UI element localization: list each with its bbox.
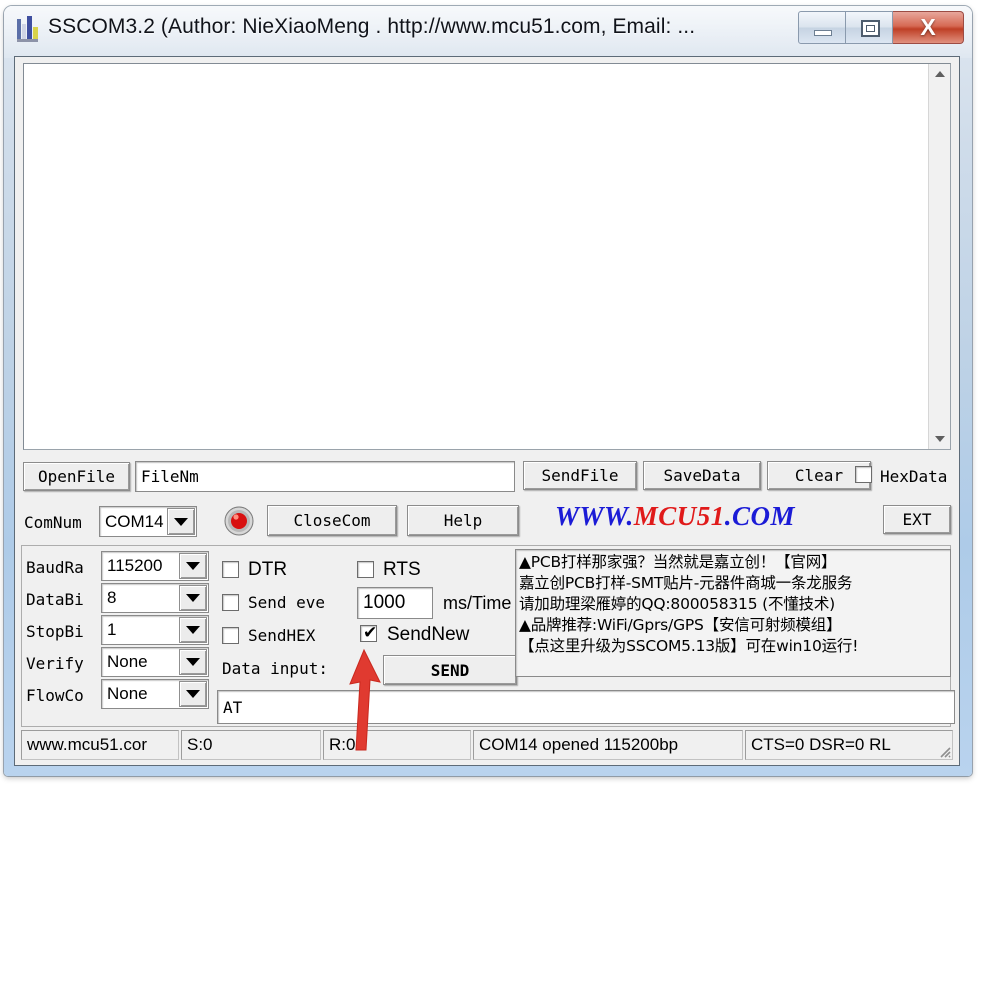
minimize-button[interactable] bbox=[798, 11, 846, 44]
chevron-down-icon bbox=[186, 690, 200, 698]
status-panel-port-state: COM14 opened 115200bp bbox=[473, 730, 743, 760]
window-title: SSCOM3.2 (Author: NieXiaoMeng . http://w… bbox=[48, 15, 696, 38]
sscom-window: SSCOM3.2 (Author: NieXiaoMeng . http://w… bbox=[4, 6, 972, 776]
rts-checkbox[interactable] bbox=[357, 561, 374, 578]
mcu51-logo[interactable]: WWW.MCU51.COM bbox=[555, 501, 795, 532]
scroll-up-arrow-icon bbox=[935, 71, 945, 77]
send-button[interactable]: SEND bbox=[383, 655, 517, 685]
data-input-label: Data input: bbox=[222, 659, 328, 678]
ext-button[interactable]: EXT bbox=[883, 505, 951, 534]
file-name-input[interactable]: FileNm bbox=[135, 461, 515, 492]
interval-unit-label: ms/Time bbox=[443, 593, 512, 613]
screenshot-root: SSCOM3.2 (Author: NieXiaoMeng . http://w… bbox=[0, 0, 1000, 1000]
help-button[interactable]: Help bbox=[407, 505, 519, 536]
send-new-checkbox[interactable]: ✔ bbox=[360, 623, 378, 643]
app-icon bbox=[17, 16, 38, 42]
send-every-checkbox[interactable] bbox=[222, 594, 239, 611]
verify-label: Verify bbox=[26, 654, 84, 673]
send-interval-input[interactable]: 1000 bbox=[357, 587, 433, 619]
chevron-down-icon bbox=[174, 517, 188, 526]
receive-scrollbar[interactable] bbox=[928, 64, 950, 449]
close-icon: X bbox=[920, 14, 936, 40]
logo-prefix: WWW. bbox=[555, 501, 634, 531]
receive-data-area[interactable] bbox=[23, 63, 951, 450]
ad-line: 【点这里升级为SSCOM5.13版】可在win10运行! bbox=[519, 637, 859, 655]
com-port-select[interactable]: COM14 bbox=[99, 506, 197, 537]
maximize-icon bbox=[861, 20, 880, 37]
flow-control-label: FlowCo bbox=[26, 686, 84, 705]
baud-rate-select[interactable]: 115200 bbox=[101, 551, 209, 581]
rts-label: RTS bbox=[383, 559, 421, 580]
send-new-label: SendNew bbox=[387, 624, 470, 645]
hex-data-label: HexData bbox=[880, 467, 948, 486]
window-controls: X bbox=[798, 11, 964, 44]
status-panel-website: www.mcu51.cor bbox=[21, 730, 179, 760]
resize-grip-icon[interactable] bbox=[935, 742, 951, 758]
status-panel-signals: CTS=0 DSR=0 RL bbox=[745, 730, 953, 760]
ad-line: ▲品牌推荐:WiFi/Gprs/GPS【安信可射频模组】 bbox=[519, 616, 842, 634]
stop-bits-dropdown-arrow[interactable] bbox=[179, 617, 207, 643]
logo-brand: MCU51 bbox=[633, 501, 725, 531]
ad-line: 请加助理梁雁婷的QQ:800058315 (不懂技术) bbox=[519, 595, 835, 613]
flow-control-select[interactable]: None bbox=[101, 679, 209, 709]
baud-rate-dropdown-arrow[interactable] bbox=[179, 553, 207, 579]
stop-bits-value: 1 bbox=[107, 620, 117, 639]
open-file-button[interactable]: OpenFile bbox=[23, 462, 130, 491]
status-panel-received: R:0 bbox=[323, 730, 471, 760]
stop-bits-select[interactable]: 1 bbox=[101, 615, 209, 645]
send-hex-checkbox[interactable] bbox=[222, 627, 239, 644]
verify-value: None bbox=[107, 652, 148, 671]
data-bits-label: DataBi bbox=[26, 590, 84, 609]
ad-line: ▲PCB打样那家强？当然就是嘉立创！【官网】 bbox=[519, 553, 837, 571]
red-led-indicator-icon bbox=[224, 506, 254, 536]
close-button[interactable]: X bbox=[893, 11, 964, 44]
com-port-dropdown-arrow[interactable] bbox=[167, 508, 195, 535]
dtr-label: DTR bbox=[248, 559, 288, 580]
data-bits-dropdown-arrow[interactable] bbox=[179, 585, 207, 611]
com-num-label: ComNum bbox=[24, 513, 82, 532]
data-bits-select[interactable]: 8 bbox=[101, 583, 209, 613]
logo-suffix: .COM bbox=[724, 501, 796, 531]
data-bits-value: 8 bbox=[107, 588, 117, 607]
hex-data-checkbox[interactable] bbox=[855, 466, 872, 483]
scroll-down-arrow-icon bbox=[935, 436, 945, 442]
baud-rate-label: BaudRa bbox=[26, 558, 84, 577]
ad-line: 嘉立创PCB打样-SMT贴片-元器件商城一条龙服务 bbox=[519, 574, 853, 592]
chevron-down-icon bbox=[186, 594, 200, 602]
scroll-up-button[interactable] bbox=[929, 64, 950, 84]
maximize-button[interactable] bbox=[846, 11, 893, 44]
chevron-down-icon bbox=[186, 626, 200, 634]
title-bar[interactable]: SSCOM3.2 (Author: NieXiaoMeng . http://w… bbox=[4, 6, 972, 52]
verify-select[interactable]: None bbox=[101, 647, 209, 677]
status-panel-sent: S:0 bbox=[181, 730, 321, 760]
com-port-value: COM14 bbox=[105, 511, 164, 531]
checkmark-icon: ✔ bbox=[363, 623, 378, 643]
baud-rate-value: 115200 bbox=[107, 556, 163, 575]
status-bar: www.mcu51.cor S:0 R:0 COM14 opened 11520… bbox=[21, 730, 953, 760]
close-com-button[interactable]: CloseCom bbox=[267, 505, 397, 536]
send-file-button[interactable]: SendFile bbox=[523, 461, 637, 490]
client-area: OpenFile FileNm SendFile SaveData Clear … bbox=[14, 56, 960, 766]
advertisement-panel[interactable]: ▲PCB打样那家强？当然就是嘉立创！【官网】 嘉立创PCB打样-SMT贴片-元器… bbox=[515, 549, 951, 677]
flow-control-dropdown-arrow[interactable] bbox=[179, 681, 207, 707]
send-every-label: Send eve bbox=[248, 593, 326, 612]
minimize-icon bbox=[814, 30, 832, 36]
data-input-field[interactable]: AT bbox=[217, 690, 955, 724]
stop-bits-label: StopBi bbox=[26, 622, 84, 641]
scroll-down-button[interactable] bbox=[929, 429, 950, 449]
dtr-checkbox[interactable] bbox=[222, 561, 239, 578]
chevron-down-icon bbox=[186, 562, 200, 570]
save-data-button[interactable]: SaveData bbox=[643, 461, 761, 490]
flow-control-value: None bbox=[107, 684, 148, 703]
send-hex-label: SendHEX bbox=[248, 626, 316, 645]
chevron-down-icon bbox=[186, 658, 200, 666]
verify-dropdown-arrow[interactable] bbox=[179, 649, 207, 675]
